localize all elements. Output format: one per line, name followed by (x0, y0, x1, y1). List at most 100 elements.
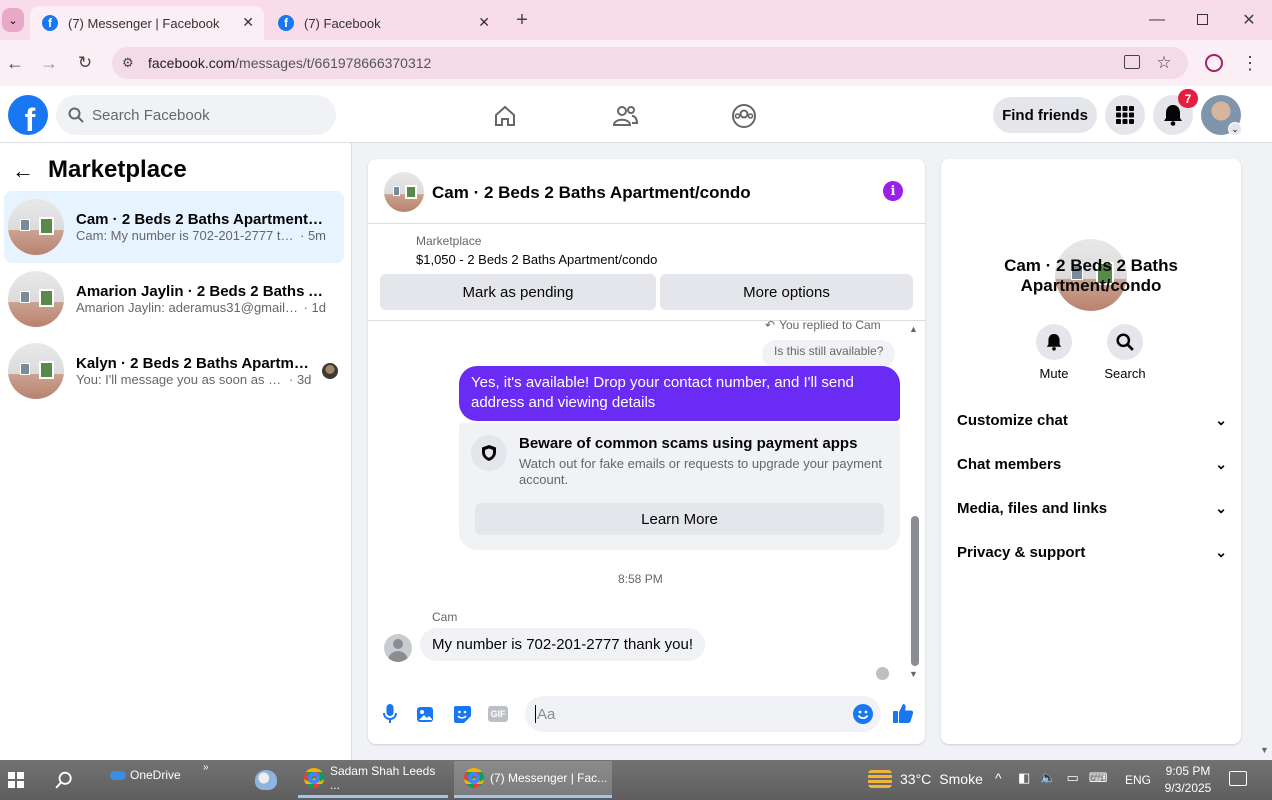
clock[interactable]: 9:05 PM 9/3/2025 (1158, 763, 1218, 797)
notification-badge: 7 (1178, 89, 1198, 108)
notification-center-icon[interactable] (1229, 771, 1247, 786)
reload-icon[interactable]: ↻ (74, 52, 96, 74)
chat-members-row[interactable]: Chat members ⌄ (957, 442, 1227, 486)
back-icon[interactable]: ← (4, 52, 26, 74)
chevron-down-icon: ⌄ (1215, 499, 1227, 516)
listing-detail[interactable]: $1,050 - 2 Beds 2 Baths Apartment/condo (416, 252, 657, 267)
chrome-icon (464, 768, 484, 788)
info-icon[interactable]: i (883, 181, 903, 201)
scroll-up-arrow[interactable]: ▲ (909, 324, 918, 334)
message-placeholder: Aa (537, 705, 556, 723)
tab-facebook[interactable]: f (7) Facebook ✕ (266, 6, 500, 40)
onedrive-item[interactable]: OneDrive (110, 768, 181, 782)
windows-start-icon[interactable] (8, 772, 24, 788)
taskbar-overflow-icon[interactable]: » (203, 762, 209, 773)
weather-widget[interactable]: 33°C Smoke (868, 770, 983, 788)
listing-label: Marketplace (416, 234, 482, 248)
forward-icon[interactable]: → (38, 52, 60, 74)
message-input[interactable]: Aa (525, 696, 881, 732)
menu-grid-button[interactable] (1105, 95, 1145, 135)
back-arrow-icon[interactable]: ← (12, 158, 34, 184)
profile-icon[interactable] (1205, 54, 1223, 72)
chevron-down-icon: ⌄ (1215, 411, 1227, 428)
conversation-item[interactable]: Kalyn · 2 Beds 2 Baths Apartment/condo Y… (4, 335, 344, 407)
site-info-icon[interactable]: ⚙ (122, 55, 134, 71)
media-files-links-row[interactable]: Media, files and links ⌄ (957, 486, 1227, 530)
learn-more-button[interactable]: Learn More (475, 503, 884, 535)
search-facebook-input[interactable]: Search Facebook (56, 95, 336, 135)
conversation-item[interactable]: Amarion Jaylin · 2 Beds 2 Baths Apartmen… (4, 263, 344, 335)
conversation-preview: Cam: My number is 702-201-2777 thank you… (76, 228, 297, 243)
install-app-icon[interactable] (1124, 55, 1140, 69)
menu-kebab-icon[interactable]: ⋮ (1240, 52, 1260, 74)
privacy-support-row[interactable]: Privacy & support ⌄ (957, 530, 1227, 574)
microphone-icon[interactable] (382, 703, 398, 725)
system-tray-icons[interactable]: ◧ 🔈 ▭ ⌨ (1018, 770, 1108, 786)
scrollbar-thumb[interactable] (911, 516, 919, 666)
taskbar-search-icon[interactable] (55, 771, 73, 789)
mute-button[interactable]: Mute (1030, 324, 1078, 381)
tab-title: (7) Facebook (304, 15, 381, 31)
close-tab-icon[interactable]: ✕ (478, 14, 490, 31)
volume-icon: 🔈 (1040, 770, 1057, 785)
network-icon: ▭ (1066, 770, 1079, 785)
scroll-down-arrow[interactable]: ▼ (909, 669, 918, 679)
taskbar-app-chrome-2[interactable]: (7) Messenger | Fac... (454, 761, 612, 798)
grid-icon (1116, 106, 1134, 124)
meet-now-icon: ◧ (1018, 770, 1031, 785)
new-tab-icon[interactable]: + (510, 8, 534, 32)
chevron-down-icon: ⌄ (1215, 455, 1227, 472)
thumbs-up-icon[interactable] (892, 702, 914, 724)
tab-search-button[interactable]: ⌄ (2, 8, 24, 32)
sender-avatar[interactable] (384, 634, 412, 662)
tab-messenger[interactable]: f (7) Messenger | Facebook ✕ (30, 6, 264, 40)
show-hidden-icons-icon[interactable]: ^ (995, 770, 1002, 786)
url-path: /messages/t/661978666370312 (235, 55, 432, 71)
shield-icon (471, 435, 507, 471)
gif-button[interactable]: GIF (488, 706, 508, 722)
restore-icon[interactable] (1197, 14, 1208, 25)
photo-icon[interactable] (416, 704, 436, 724)
minimize-icon[interactable]: — (1144, 8, 1170, 32)
facebook-logo[interactable]: f (8, 95, 48, 135)
info-name: Cam · 2 Beds 2 Baths Apartment/condo (1004, 256, 1178, 295)
url-domain: facebook.com (148, 55, 236, 71)
sticker-icon[interactable] (452, 704, 472, 724)
listing-thumbnail (8, 343, 64, 399)
conversation-preview: Amarion Jaylin: aderamus31@gmail.com (76, 300, 301, 315)
facebook-favicon-icon: f (42, 15, 58, 31)
address-bar[interactable]: ⚙ facebook.com/messages/t/66197866637031… (112, 47, 1188, 79)
page-scroll-down-arrow[interactable]: ▼ (1260, 745, 1269, 755)
taskbar-app-chrome-1[interactable]: Sadam Shah Leeds ... (298, 761, 448, 798)
chat-header-thumbnail[interactable] (384, 172, 424, 212)
bookmark-star-icon[interactable]: ☆ (1154, 52, 1174, 74)
tab-title: (7) Messenger | Facebook (68, 15, 220, 31)
divider (368, 223, 925, 224)
close-tab-icon[interactable]: ✕ (242, 14, 254, 31)
account-chevron-icon[interactable]: ⌄ (1228, 122, 1242, 136)
reply-indicator: ↶ You replied to Cam (765, 318, 881, 332)
mark-as-pending-button[interactable]: Mark as pending (380, 274, 656, 310)
listing-thumbnail (8, 271, 64, 327)
emoji-icon[interactable] (853, 704, 873, 724)
conversation-item[interactable]: Cam · 2 Beds 2 Baths Apartment/condo Cam… (4, 191, 344, 263)
close-window-icon[interactable]: ✕ (1236, 8, 1262, 32)
read-receipt-avatar (322, 363, 338, 379)
groups-nav-icon[interactable] (724, 98, 764, 134)
chat-title[interactable]: Cam · 2 Beds 2 Baths Apartment/condo (432, 183, 751, 203)
more-options-button[interactable]: More options (660, 274, 913, 310)
conversation-title: Kalyn · 2 Beds 2 Baths Apartment/condo (76, 355, 312, 372)
home-nav-icon[interactable] (485, 98, 525, 134)
their-message-bubble[interactable]: My number is 702-201-2777 thank you! (420, 628, 705, 661)
paint-app-icon[interactable] (255, 770, 277, 790)
conversation-time: · 5m (300, 228, 326, 243)
my-message-bubble[interactable]: Yes, it's available! Drop your contact n… (459, 366, 900, 421)
quoted-message[interactable]: Is this still available? (762, 340, 896, 368)
facebook-favicon-icon: f (278, 15, 294, 31)
customize-chat-row[interactable]: Customize chat ⌄ (957, 398, 1227, 442)
search-conversation-button[interactable]: Search (1100, 324, 1150, 381)
friends-nav-icon[interactable] (605, 98, 645, 134)
language-indicator[interactable]: ENG (1125, 773, 1151, 787)
find-friends-button[interactable]: Find friends (993, 97, 1097, 133)
smoke-weather-icon (868, 770, 892, 788)
